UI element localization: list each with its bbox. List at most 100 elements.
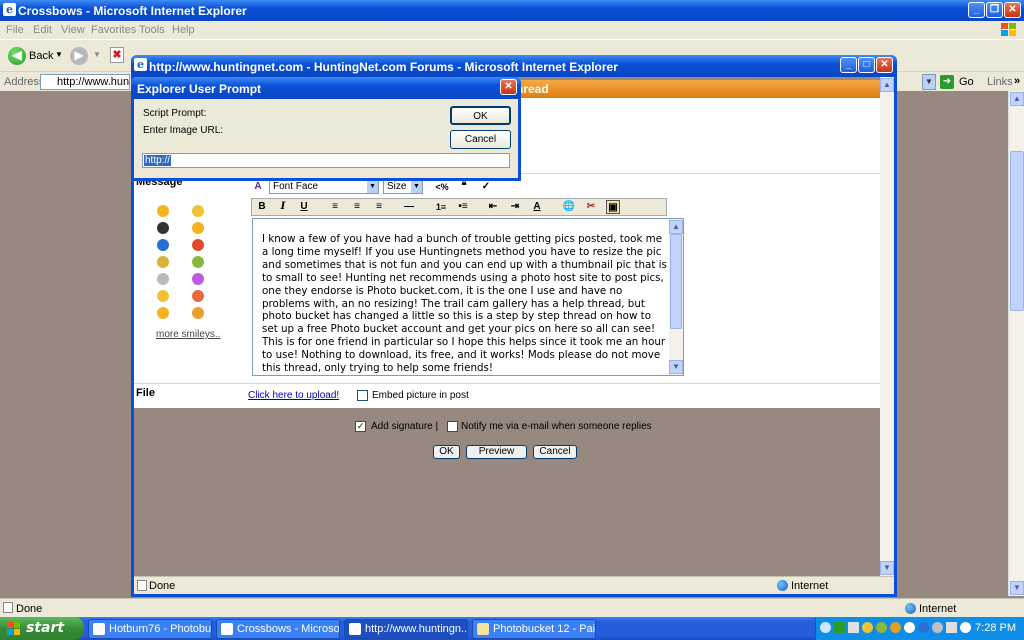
smiley-icon[interactable]	[157, 205, 169, 217]
outdent-icon[interactable]: ⇤	[486, 200, 500, 214]
outer-vertical-scrollbar[interactable]: ▲ ▼	[1008, 91, 1024, 596]
horizontal-rule-icon[interactable]: —	[402, 200, 416, 214]
align-center-icon[interactable]: ≡	[350, 200, 364, 214]
restore-button[interactable]: ❐	[986, 2, 1003, 18]
taskbar-item-photobucket-hotburn[interactable]: Hotburn76 - Photobu...	[88, 619, 212, 639]
bullet-list-icon[interactable]: •≡	[456, 200, 470, 214]
message-textarea[interactable]: I know a few of you have had a bunch of …	[252, 218, 684, 376]
taskbar-item-crossbows[interactable]: Crossbows - Microsof...	[216, 619, 340, 639]
scroll-down-arrow-icon[interactable]: ▼	[669, 360, 683, 374]
links-toolbar[interactable]: Links	[987, 76, 1013, 88]
forward-icon[interactable]: ▶	[70, 47, 88, 65]
insert-link-icon[interactable]: 🌐	[562, 200, 576, 214]
message-text[interactable]: I know a few of you have had a bunch of …	[262, 233, 668, 373]
monitor-icon[interactable]	[848, 622, 859, 633]
align-right-icon[interactable]: ≡	[372, 200, 386, 214]
notify-checkbox[interactable]	[447, 421, 458, 432]
post-cancel-button[interactable]: Cancel	[533, 445, 577, 459]
inner-maximize-button[interactable]: □	[858, 57, 875, 73]
inner-minimize-button[interactable]: _	[840, 57, 857, 73]
volume-icon[interactable]	[946, 622, 957, 633]
smiley-icon[interactable]	[157, 307, 169, 319]
back-dropdown-icon[interactable]: ▼	[55, 50, 63, 59]
menu-help[interactable]: Help	[172, 24, 195, 36]
shield-icon[interactable]	[862, 622, 873, 633]
image-url-value[interactable]: http://	[144, 155, 172, 166]
stop-icon[interactable]: ✖	[110, 47, 124, 63]
bold-icon[interactable]: B	[255, 200, 269, 214]
smiley-icon[interactable]	[192, 307, 204, 319]
smiley-icon[interactable]	[192, 222, 204, 234]
smiley-icon[interactable]	[192, 205, 204, 217]
html-code-icon[interactable]: <%	[435, 180, 449, 194]
smiley-icon[interactable]	[192, 273, 204, 285]
menu-tools[interactable]: Tools	[139, 24, 165, 36]
smiley-icon[interactable]	[157, 222, 169, 234]
toolbar-chevron-icon[interactable]: »	[1014, 75, 1020, 87]
image-url-input[interactable]: http://	[142, 153, 510, 168]
address-dropdown-icon[interactable]: ▼	[922, 74, 936, 90]
taskbar-item-paint[interactable]: Photobucket 12 - Paint	[472, 619, 596, 639]
smiley-icon[interactable]	[157, 239, 169, 251]
numbered-list-icon[interactable]: 1≡	[434, 200, 448, 214]
textarea-scrollbar[interactable]: ▲ ▼	[669, 219, 683, 375]
smiley-icon[interactable]	[192, 239, 204, 251]
go-button[interactable]: Go	[959, 76, 974, 88]
post-ok-button[interactable]: OK	[433, 445, 460, 459]
tray-arrow-icon[interactable]	[820, 622, 831, 633]
preview-button[interactable]: Preview	[466, 445, 527, 459]
menu-edit[interactable]: Edit	[33, 24, 52, 36]
tray-app-icon[interactable]	[932, 622, 943, 633]
tray-app-icon[interactable]	[876, 622, 887, 633]
dialog-close-button[interactable]: ✕	[500, 79, 517, 95]
textarea-scroll-thumb[interactable]	[670, 234, 682, 329]
forward-dropdown-icon[interactable]: ▼	[93, 50, 101, 59]
quote-icon[interactable]: ❝	[457, 180, 471, 194]
more-smileys-link[interactable]: more smileys..	[156, 329, 220, 340]
back-icon[interactable]: ◀	[8, 47, 26, 65]
menu-view[interactable]: View	[61, 24, 85, 36]
tray-app-icon[interactable]	[960, 622, 971, 633]
back-button-label[interactable]: Back	[29, 50, 53, 62]
align-left-icon[interactable]: ≡	[328, 200, 342, 214]
dialog-cancel-button[interactable]: Cancel	[450, 130, 511, 149]
start-button[interactable]: start	[0, 617, 84, 640]
scroll-down-arrow-icon[interactable]: ▼	[1010, 581, 1024, 595]
clock[interactable]: 7:28 PM	[975, 622, 1016, 634]
scroll-up-arrow-icon[interactable]: ▲	[669, 220, 683, 234]
tray-app-icon[interactable]	[904, 622, 915, 633]
font-size-select[interactable]: Size ▼	[383, 180, 423, 194]
scroll-up-arrow-icon[interactable]: ▲	[880, 78, 894, 92]
tray-app-icon[interactable]	[918, 622, 929, 633]
remove-link-icon[interactable]: ✂	[584, 200, 598, 214]
font-face-select[interactable]: Font Face ▼	[269, 180, 379, 194]
smiley-icon[interactable]	[157, 290, 169, 302]
close-button[interactable]: ✕	[1004, 2, 1021, 18]
taskbar-item-huntingnet[interactable]: http://www.huntingn...	[344, 619, 468, 639]
menu-favorites[interactable]: Favorites	[91, 24, 136, 36]
text-color-icon[interactable]: A	[530, 200, 544, 214]
scroll-down-arrow-icon[interactable]: ▼	[880, 561, 894, 575]
italic-icon[interactable]: I	[276, 200, 290, 214]
inner-close-button[interactable]: ✕	[876, 57, 893, 73]
upload-link[interactable]: Click here to upload!	[248, 390, 339, 401]
scroll-up-arrow-icon[interactable]: ▲	[1010, 92, 1024, 106]
network-icon[interactable]	[834, 622, 845, 633]
spellcheck-icon[interactable]: ✓	[479, 180, 493, 194]
indent-icon[interactable]: ⇥	[508, 200, 522, 214]
smiley-icon[interactable]	[192, 256, 204, 268]
smiley-icon[interactable]	[157, 273, 169, 285]
insert-image-icon[interactable]: ▣	[606, 200, 620, 214]
inner-vertical-scrollbar[interactable]: ▲ ▼	[880, 77, 894, 576]
smiley-icon[interactable]	[157, 256, 169, 268]
font-color-icon[interactable]: A	[251, 180, 265, 194]
add-signature-checkbox[interactable]: ✓	[355, 421, 366, 432]
dialog-ok-button[interactable]: OK	[450, 106, 511, 125]
go-arrow-icon[interactable]: ➜	[940, 75, 954, 89]
scroll-thumb[interactable]	[1010, 151, 1024, 311]
tray-app-icon[interactable]	[890, 622, 901, 633]
underline-icon[interactable]: U	[297, 200, 311, 214]
embed-picture-checkbox[interactable]	[357, 390, 368, 401]
smiley-icon[interactable]	[192, 290, 204, 302]
menu-file[interactable]: File	[6, 24, 24, 36]
